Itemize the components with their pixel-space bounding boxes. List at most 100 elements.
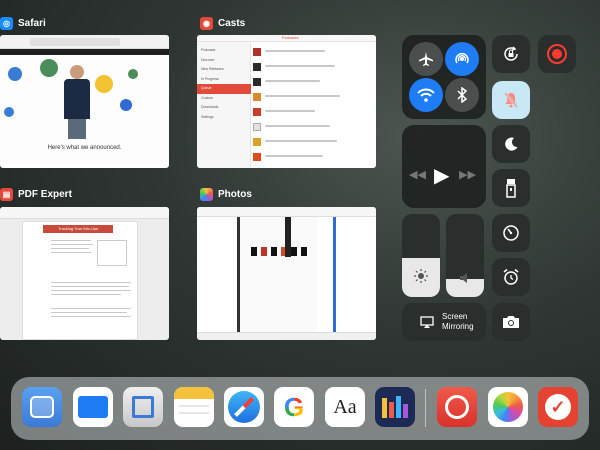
- casts-sidebar-item[interactable]: In Progress: [201, 75, 251, 85]
- casts-sidebar-item[interactable]: New Releases: [201, 65, 251, 75]
- episode-artwork: [253, 123, 261, 131]
- hero-decor-dot: [128, 69, 138, 79]
- pdf-text-line: [51, 240, 91, 241]
- dock-divider: [425, 389, 426, 427]
- fast-forward-button[interactable]: ▶▶: [459, 168, 476, 181]
- alarm-button[interactable]: [492, 258, 530, 296]
- safari-dock-icon[interactable]: [224, 387, 264, 427]
- safari-app-header[interactable]: ◎ Safari: [0, 17, 46, 30]
- presenter-legs: [68, 119, 86, 139]
- photos-selection-line: [333, 217, 336, 332]
- episode-artwork: [253, 108, 261, 116]
- todoist-app-icon[interactable]: ✓: [538, 387, 578, 427]
- speaker-icon: [460, 273, 467, 283]
- bookmarks-app-icon[interactable]: [375, 387, 415, 427]
- pdf-expert-thumbnail[interactable]: Tracking Your Mix-Ups: [0, 207, 169, 340]
- now-playing-panel: ◀◀ ▶ ▶▶: [402, 125, 486, 208]
- safari-apple-nav: [0, 49, 169, 55]
- hero-decor-dot: [8, 67, 22, 81]
- photos-thumbnail[interactable]: [197, 207, 376, 340]
- pdf-text-line: [51, 286, 129, 287]
- hero-decor-dot: [95, 75, 113, 93]
- stacks-app-icon[interactable]: [22, 387, 62, 427]
- pdf-text-line: [51, 290, 131, 291]
- safari-thumbnail[interactable]: Here's what we announced.: [0, 35, 169, 168]
- episode-artwork: [253, 48, 261, 56]
- strip-thumb: [301, 247, 307, 256]
- screen-mirroring-button[interactable]: Screen Mirroring: [402, 303, 486, 341]
- photos-bottom-bar: [197, 332, 376, 340]
- casts-app-header[interactable]: ◉ Casts: [200, 17, 245, 30]
- alarm-clock-icon: [503, 268, 519, 285]
- episode-line: [265, 125, 330, 127]
- do-not-disturb-button[interactable]: [492, 125, 530, 163]
- casts-titlebar: Podcasts: [197, 35, 376, 42]
- timer-icon: [503, 225, 519, 241]
- episode-line: [265, 50, 325, 52]
- orientation-lock-button[interactable]: [492, 35, 530, 73]
- airdrop-toggle[interactable]: [445, 42, 479, 76]
- copied-app-icon[interactable]: [123, 387, 163, 427]
- hero-decor-dot: [120, 99, 132, 111]
- casts-sidebar-list: Podcasts Discover New Releases In Progre…: [197, 46, 251, 123]
- notes-app-icon[interactable]: [174, 387, 214, 427]
- photos-app-header[interactable]: Photos: [200, 188, 252, 201]
- casts-sidebar-item[interactable]: Custom: [201, 94, 251, 104]
- play-button[interactable]: ▶: [434, 163, 449, 188]
- brightness-slider[interactable]: [402, 214, 440, 297]
- rewind-button[interactable]: ◀◀: [409, 168, 426, 181]
- safari-toolbar: [0, 35, 169, 49]
- flashlight-icon: [506, 179, 516, 198]
- volume-slider[interactable]: [446, 214, 484, 297]
- strip-thumb: [251, 247, 257, 256]
- timer-button[interactable]: [492, 214, 530, 252]
- safari-hero-image: Here's what we announced.: [0, 57, 169, 162]
- pdf-text-line: [51, 252, 91, 253]
- pdf-expert-app-header[interactable]: ▤ PDF Expert: [0, 188, 72, 201]
- casts-sidebar-item[interactable]: Podcasts: [201, 46, 251, 56]
- files-app-icon[interactable]: [73, 387, 113, 427]
- bluetooth-icon: [457, 87, 468, 103]
- strip-bar: [285, 217, 291, 257]
- notes-line: [179, 412, 209, 414]
- screen-record-button[interactable]: [538, 35, 576, 73]
- wifi-icon: [417, 88, 435, 102]
- bar: [403, 404, 408, 418]
- flashlight-button[interactable]: [492, 169, 530, 207]
- episode-artwork: [253, 63, 261, 71]
- safari-address-bar: [30, 38, 120, 46]
- camera-icon: [503, 316, 519, 328]
- airplane-mode-toggle[interactable]: [409, 42, 443, 76]
- notes-header: [174, 387, 214, 399]
- casts-sidebar-item[interactable]: Settings: [201, 113, 251, 123]
- wifi-toggle[interactable]: [409, 78, 443, 112]
- google-app-icon[interactable]: G: [274, 387, 314, 427]
- mute-button[interactable]: [492, 81, 530, 119]
- safari-caption: Here's what we announced.: [47, 145, 122, 151]
- connectivity-panel: [402, 35, 486, 119]
- strip-bar: [237, 217, 240, 332]
- pdf-text-line: [51, 316, 131, 317]
- strip-thumb: [261, 247, 267, 256]
- pdf-text-line: [51, 248, 89, 249]
- bar: [382, 398, 387, 418]
- casts-sidebar-item-active[interactable]: Queue: [197, 84, 251, 94]
- camera-button[interactable]: [492, 303, 530, 341]
- photos-dock-icon[interactable]: [488, 387, 528, 427]
- compass-icon: [228, 391, 260, 423]
- dictionary-app-icon[interactable]: Aa: [325, 387, 365, 427]
- casts-sidebar-item[interactable]: Downloads: [201, 103, 251, 113]
- pdf-toolbar: [0, 207, 169, 219]
- episode-artwork: [253, 153, 261, 161]
- episode-line: [265, 110, 315, 112]
- casts-app-name: Casts: [218, 18, 246, 29]
- compass-needle: [234, 397, 254, 417]
- bluetooth-toggle[interactable]: [445, 78, 479, 112]
- casts-sidebar-item[interactable]: Discover: [201, 56, 251, 66]
- orientation-lock-icon: [504, 46, 518, 61]
- casts-thumbnail[interactable]: Podcasts Podcasts Discover New Releases …: [197, 35, 376, 168]
- stacks-glyph: [30, 396, 54, 418]
- pdf-expert-dock-icon[interactable]: [437, 387, 477, 427]
- episode-artwork: [253, 138, 261, 146]
- pdf-text-line: [51, 294, 121, 295]
